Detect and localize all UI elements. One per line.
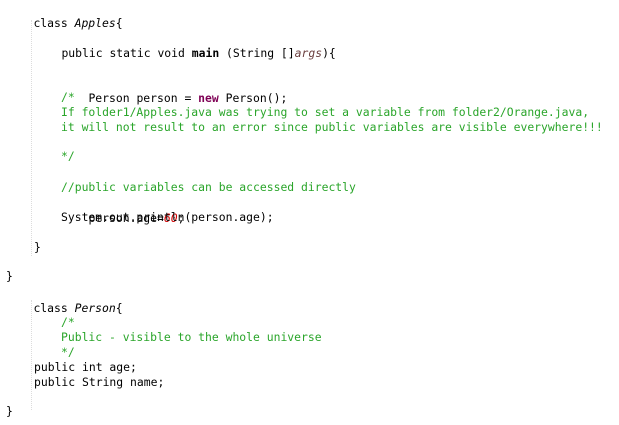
class-name: Person — [74, 301, 116, 315]
code-line-println: System.out.println(person.age); — [61, 210, 274, 224]
closing-brace-main: } — [34, 240, 41, 254]
keyword-new: new — [198, 91, 219, 105]
closing-brace-apples: } — [6, 269, 13, 283]
field-age: public int age; — [34, 360, 137, 374]
code-line-class-apples: class Apples{ — [6, 0, 122, 30]
indent-guide — [31, 20, 32, 256]
keyword: class — [33, 16, 68, 30]
code-line-person-new: Person person = new Person(); — [61, 74, 287, 105]
comment-open: /* — [61, 90, 75, 104]
code-line-main-signature: public static void main (String []args){ — [34, 29, 335, 60]
field-name: public String name; — [34, 375, 165, 389]
signature-end: ){ — [322, 46, 336, 60]
comment-close: */ — [61, 149, 75, 163]
signature-start: (String [] — [219, 46, 295, 60]
statement-end: Person(); — [218, 91, 288, 105]
closing-brace-person: } — [6, 404, 13, 418]
method-name: main — [191, 46, 220, 60]
comment-close: */ — [61, 345, 75, 359]
parameter-name: args — [294, 46, 323, 60]
line-comment: //public variables can be accessed direc… — [61, 180, 356, 194]
class-name: Apples — [74, 16, 116, 30]
comment-line: If folder1/Apples.java was trying to set… — [61, 105, 590, 119]
code-editor[interactable]: class Apples{ public static void main (S… — [0, 0, 619, 425]
brace: { — [115, 16, 123, 30]
modifiers: public static void — [61, 46, 192, 60]
code-line-age-assign: person.age=60; — [61, 194, 184, 225]
brace: { — [115, 301, 123, 315]
statement-start: Person person = — [88, 91, 199, 105]
keyword: class — [33, 301, 68, 315]
comment-line: Public - visible to the whole universe — [61, 330, 322, 344]
code-line-class-person: class Person{ — [6, 284, 122, 315]
comment-open: /* — [61, 315, 75, 329]
comment-line: it will not result to an error since pub… — [61, 120, 603, 134]
indent-guide — [31, 300, 32, 410]
